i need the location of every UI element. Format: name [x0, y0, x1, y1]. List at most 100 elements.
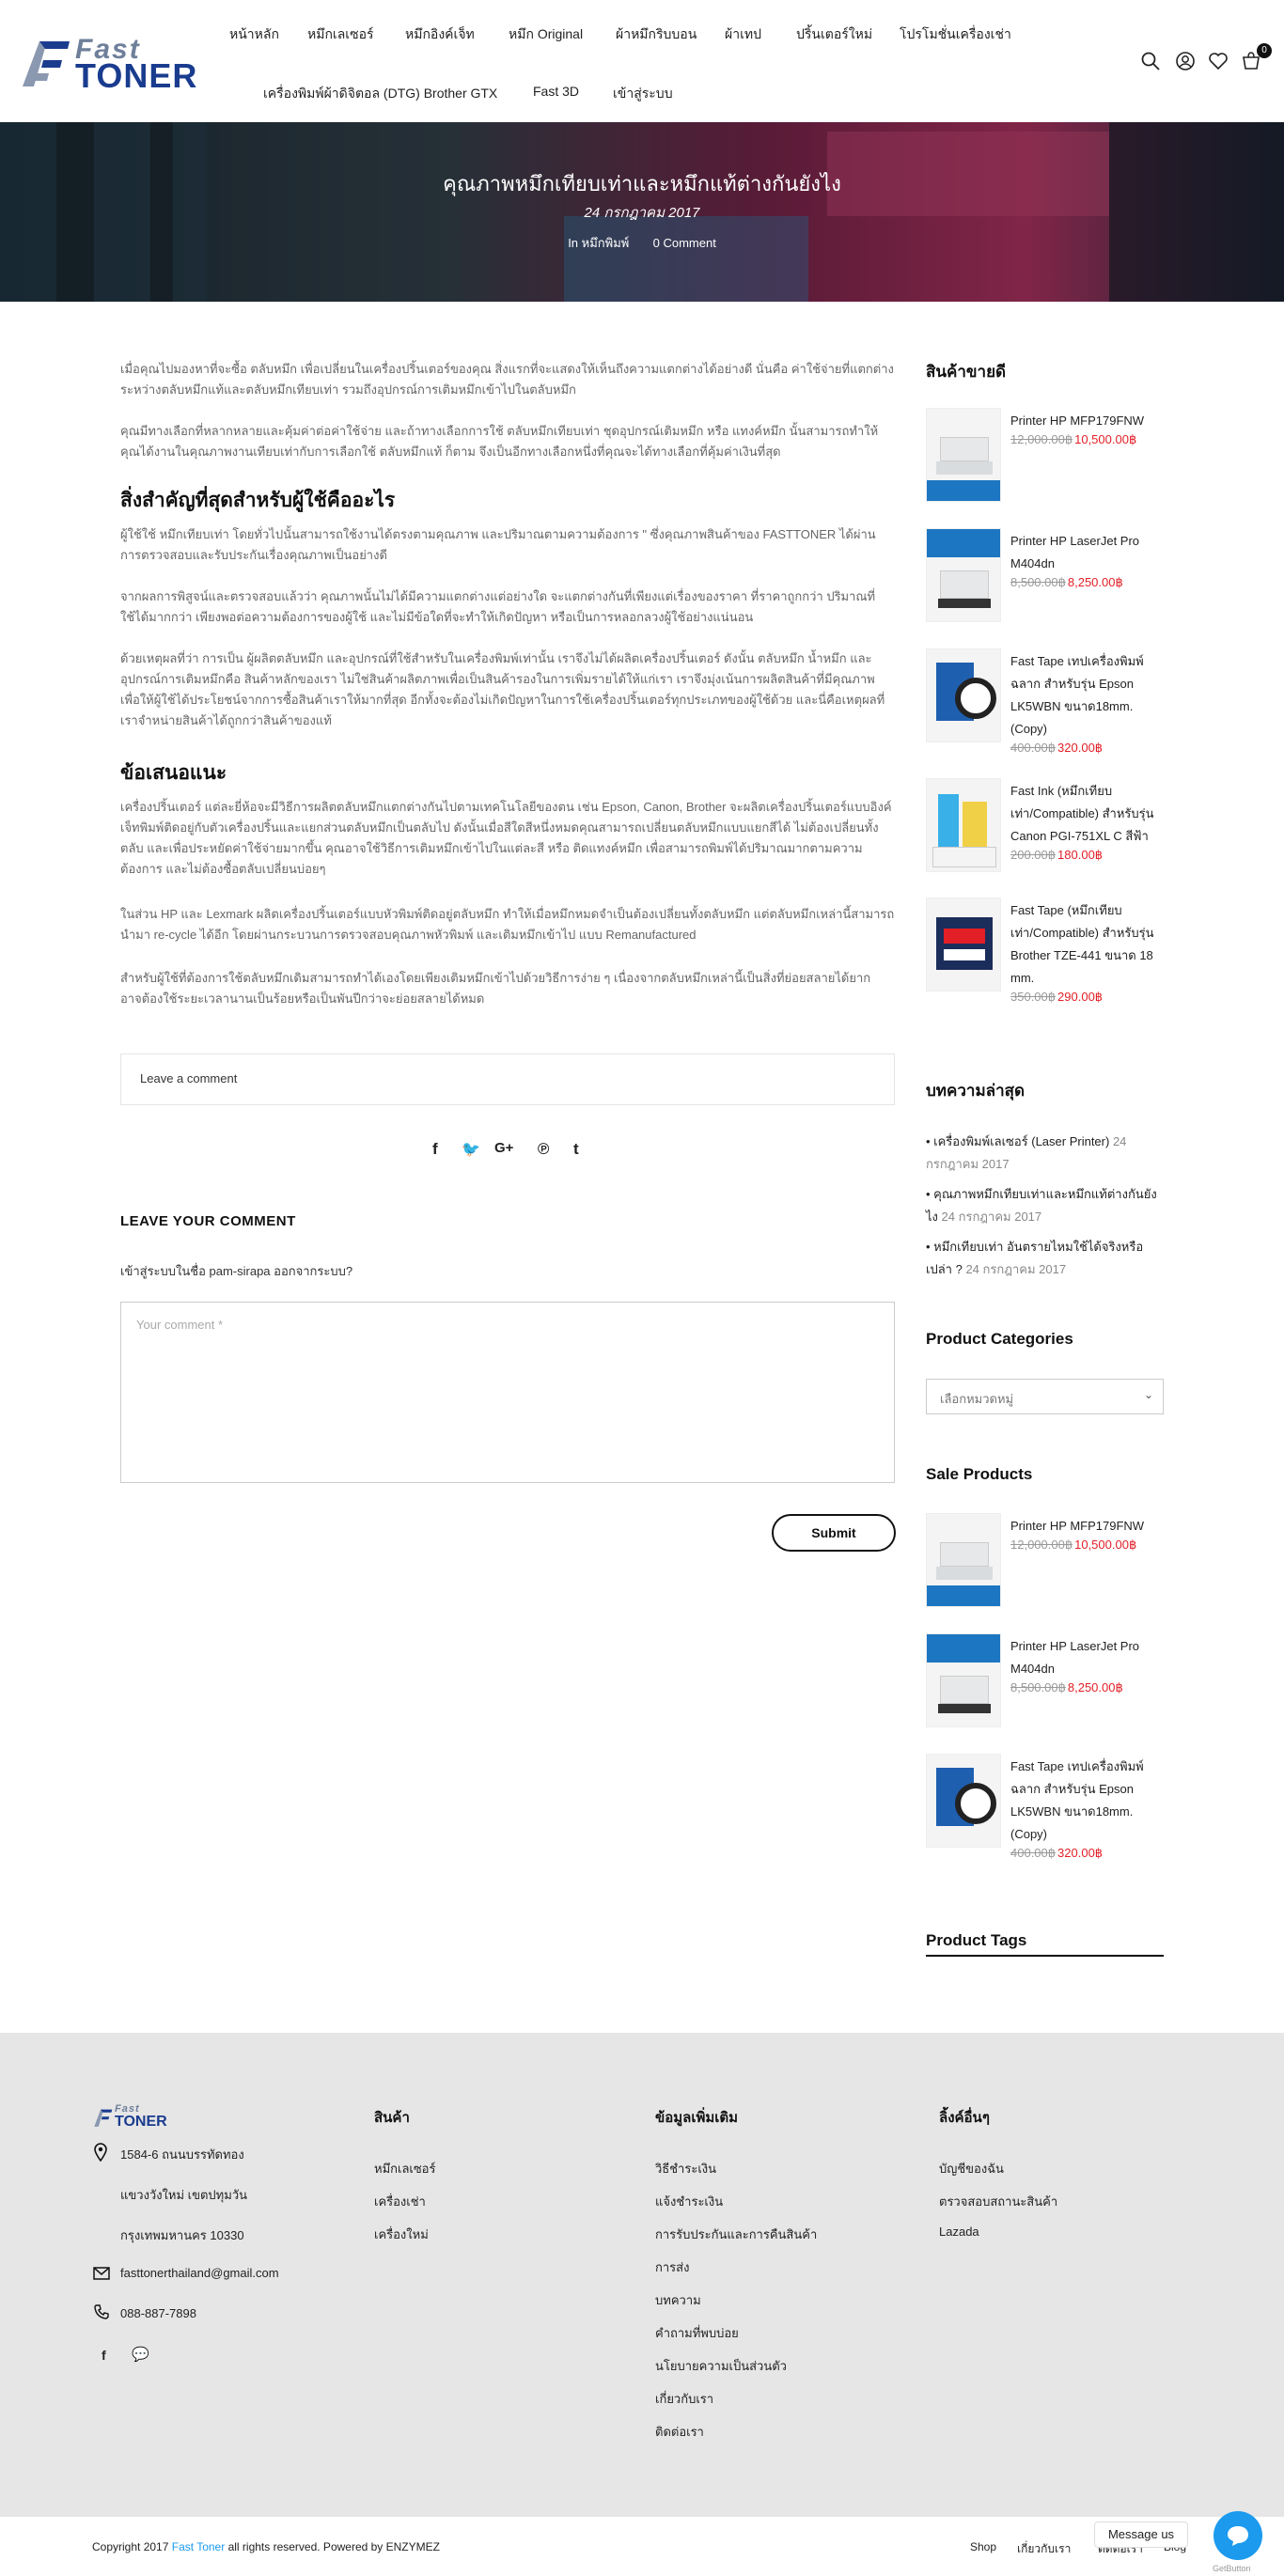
sale-price: 290.00฿	[1057, 990, 1104, 1004]
recent-post-title[interactable]: เครื่องพิมพ์เลเซอร์ (Laser Printer)	[933, 1134, 1109, 1148]
getbutton-credit[interactable]: GetButton	[1213, 2564, 1251, 2573]
product-price: 12,000.00฿ 10,500.00฿	[1010, 432, 1136, 447]
logged-in-text[interactable]: เข้าสู่ระบบในชื่อ pam-sirapa ออกจากระบบ?	[120, 1261, 352, 1281]
recent-post-item[interactable]: • หมึกเทียบเท่า อันตรายไหมใช้ได้จริงหรือ…	[926, 1236, 1166, 1281]
product-name[interactable]: Printer HP LaserJet Pro M404dn	[1010, 1635, 1166, 1680]
footer-link[interactable]: นโยบายความเป็นส่วนตัว	[655, 2356, 787, 2376]
nav-rental-promo[interactable]: โปรโมชั่นเครื่องเช่า	[900, 24, 1011, 45]
copyright-brand-link[interactable]: Fast Toner	[172, 2540, 225, 2553]
footer-link[interactable]: คำถามที่พบบ่อย	[655, 2323, 739, 2343]
footer-logo[interactable]: Fast TONER	[92, 2103, 186, 2131]
footer-link[interactable]: เกี่ยวกับเรา	[655, 2389, 713, 2409]
product-thumbnail[interactable]	[926, 528, 1001, 622]
facebook-icon[interactable]: f	[102, 2348, 106, 2363]
recent-post-item[interactable]: • คุณภาพหมึกเทียบเท่าและหมึกแท้ต่างกันยั…	[926, 1183, 1166, 1228]
bottom-link-about[interactable]: เกี่ยวกับเรา	[1017, 2540, 1071, 2558]
old-price: 400.00฿	[1010, 741, 1057, 755]
article-paragraph: ด้วยเหตุผลที่ว่า การเป็น ผู้ผลิตตลับหมึก…	[120, 651, 885, 727]
recent-post-item[interactable]: • เครื่องพิมพ์เลเซอร์ (Laser Printer) 24…	[926, 1131, 1166, 1176]
product-name[interactable]: Printer HP MFP179FNW	[1010, 1515, 1166, 1538]
product-thumbnail[interactable]	[926, 778, 1001, 872]
bottom-link-shop[interactable]: Shop	[970, 2540, 996, 2553]
product-thumbnail[interactable]	[926, 1633, 1001, 1727]
old-price: 8,500.00฿	[1010, 575, 1066, 589]
chat-button[interactable]	[1214, 2511, 1262, 2560]
footer-link[interactable]: เครื่องเช่า	[374, 2192, 426, 2211]
product-name[interactable]: Fast Tape เทปเครื่องพิมพ์ฉลาก สำหรับรุ่น…	[1010, 650, 1166, 741]
product-price: 8,500.00฿ 8,250.00฿	[1010, 575, 1123, 590]
footer-link[interactable]: บทความ	[655, 2290, 701, 2310]
article-paragraph: สำหรับผู้ใช้ที่ต้องการใช้ตลับหมึกเดิมสาม…	[120, 971, 871, 1006]
footer-link[interactable]: เครื่องใหม่	[374, 2225, 429, 2244]
chat-bubble-icon	[1228, 2526, 1248, 2546]
product-name[interactable]: Fast Ink (หมึกเทียบเท่า/Compatible) สำหร…	[1010, 780, 1166, 848]
nav-ribbon[interactable]: ผ้าหมึกริบบอน	[616, 24, 697, 45]
nav-new-printer[interactable]: ปริ้นเตอร์ใหม่	[796, 24, 872, 45]
post-date: 24 กรกฎาคม 2017	[584, 205, 700, 221]
footer-link[interactable]: แจ้งชำระเงิน	[655, 2192, 723, 2211]
recent-post-date: 24 กรกฎาคม 2017	[941, 1210, 1042, 1224]
nav-fast-3d[interactable]: Fast 3D	[533, 84, 579, 99]
nav-tape[interactable]: ผ้าเทป	[725, 24, 761, 45]
footer-link[interactable]: วิธีชำระเงิน	[655, 2159, 716, 2178]
nav-login[interactable]: เข้าสู่ระบบ	[613, 84, 673, 104]
product-thumbnail[interactable]	[926, 1513, 1001, 1607]
product-thumbnail[interactable]	[926, 1754, 1001, 1848]
footer-link[interactable]: การส่ง	[655, 2257, 689, 2277]
post-title: คุณภาพหมึกเทียบเท่าและหมึกแท้ต่างกันยังไ…	[443, 172, 841, 195]
submit-button[interactable]: Submit	[772, 1514, 896, 1552]
footer-info-title: ข้อมูลเพิ่มเติม	[655, 2110, 739, 2126]
product-name[interactable]: Fast Tape เทปเครื่องพิมพ์ฉลาก สำหรับรุ่น…	[1010, 1756, 1166, 1846]
nav-inkjet[interactable]: หมึกอิงค์เจ็ท	[405, 24, 475, 45]
product-thumbnail[interactable]	[926, 648, 1001, 742]
chat-message-label[interactable]: Message us	[1094, 2521, 1188, 2548]
footer-link[interactable]: Lazada	[939, 2225, 979, 2239]
footer-address-line: 1584-6 ถนนบรรทัดทอง	[120, 2147, 244, 2162]
copyright-text: Copyright 2017 Fast Toner all rights res…	[92, 2540, 440, 2553]
logo-toner-text: TONER	[75, 56, 198, 95]
leave-comment-tab[interactable]: Leave a comment	[120, 1054, 895, 1105]
product-thumbnail[interactable]	[926, 408, 1001, 502]
facebook-icon[interactable]: f	[432, 1140, 438, 1159]
site-logo[interactable]: Fast TONER	[17, 36, 200, 95]
twitter-icon[interactable]: 🐦	[462, 1140, 480, 1159]
heart-icon[interactable]	[1208, 51, 1229, 71]
article-paragraph: ผู้ใช้ใช้ หมึกเทียบเท่า โดยทั่วไปนั้นสาม…	[120, 527, 876, 562]
nav-dtg-printer[interactable]: เครื่องพิมพ์ผ้าดิจิตอล (DTG) Brother GTX	[263, 84, 497, 104]
sale-price: 8,250.00฿	[1067, 1680, 1123, 1694]
product-price: 400.00฿ 320.00฿	[1010, 741, 1103, 756]
sale-price: 10,500.00฿	[1074, 432, 1137, 446]
post-comment-count[interactable]: 0 Comment	[653, 236, 716, 250]
user-icon[interactable]	[1175, 51, 1196, 71]
product-name[interactable]: Fast Tape (หมึกเทียบเท่า/Compatible) สำห…	[1010, 899, 1166, 990]
nav-home[interactable]: หน้าหลัก	[229, 24, 279, 45]
google-plus-icon[interactable]: G+	[494, 1140, 513, 1156]
category-select[interactable]: เลือกหมวดหมู่ ⌄	[926, 1379, 1164, 1414]
footer-link[interactable]: หมึกเลเซอร์	[374, 2159, 435, 2178]
wechat-icon[interactable]: 💬	[132, 2346, 149, 2363]
search-icon[interactable]	[1140, 51, 1161, 71]
footer-email-link[interactable]: fasttonerthailand@gmail.com	[120, 2266, 279, 2280]
nav-original[interactable]: หมึก Original	[509, 24, 583, 45]
old-price: 8,500.00฿	[1010, 1680, 1066, 1694]
old-price: 12,000.00฿	[1010, 1538, 1073, 1552]
footer-phone-link[interactable]: 088-887-7898	[120, 2306, 196, 2320]
footer-links-title: ลิ้งค์อื่นๆ	[939, 2110, 990, 2126]
footer-link[interactable]: การรับประกันและการคืนสินค้า	[655, 2225, 817, 2244]
comment-textarea[interactable]: Your comment *	[120, 1302, 895, 1483]
product-name[interactable]: Printer HP MFP179FNW	[1010, 410, 1166, 432]
footer-link[interactable]: ตรวจสอบสถานะสินค้า	[939, 2192, 1057, 2211]
post-category-link[interactable]: In หมึกพิมพ์	[568, 236, 629, 250]
sale-products-title: Sale Products	[926, 1465, 1033, 1483]
footer-link[interactable]: บัญชีของฉัน	[939, 2159, 1004, 2178]
product-name[interactable]: Printer HP LaserJet Pro M404dn	[1010, 530, 1166, 575]
pinterest-icon[interactable]: ℗	[538, 1140, 550, 1159]
recent-posts-title: บทความล่าสุด	[926, 1082, 1026, 1100]
tumblr-icon[interactable]: t	[573, 1140, 579, 1159]
cart-count-badge: 0	[1257, 43, 1272, 58]
footer-link[interactable]: ติดต่อเรา	[655, 2422, 704, 2442]
old-price: 12,000.00฿	[1010, 432, 1073, 446]
product-thumbnail[interactable]	[926, 898, 1001, 991]
recent-post-date: 24 กรกฎาคม 2017	[965, 1262, 1067, 1276]
nav-laser-toner[interactable]: หมึกเลเซอร์	[307, 24, 374, 45]
